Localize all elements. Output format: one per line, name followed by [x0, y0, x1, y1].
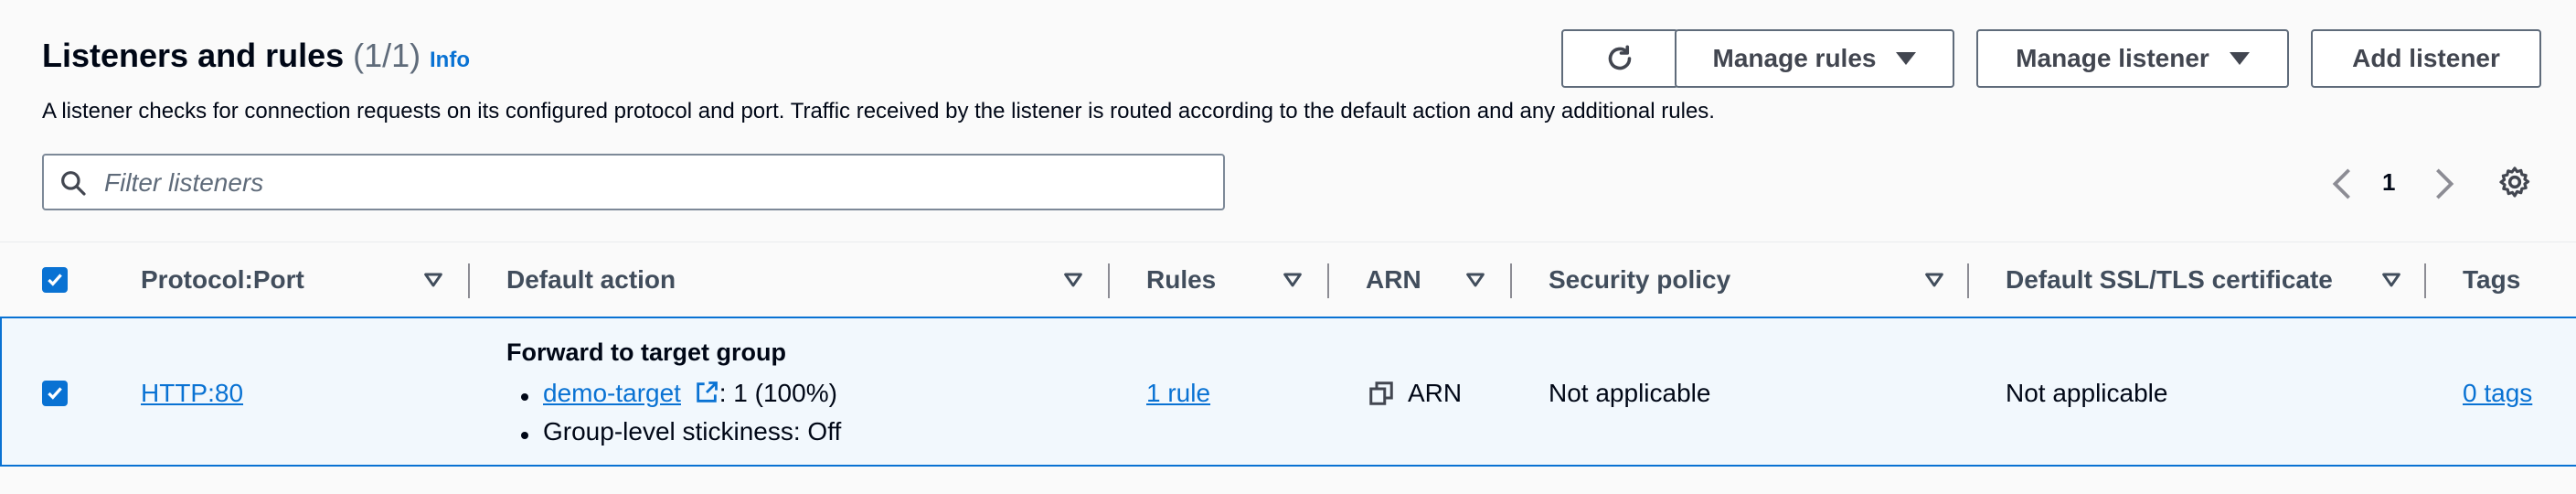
target-group-line: demo-target : 1 (100%) — [543, 379, 837, 408]
filter-listeners-search[interactable] — [42, 154, 1225, 210]
panel-title-text: Listeners and rules — [42, 37, 345, 74]
manage-rules-button[interactable]: Manage rules — [1675, 29, 1954, 88]
refresh-icon — [1608, 45, 1632, 70]
gear-icon[interactable] — [2497, 165, 2532, 199]
panel-title-count: (1/1) — [353, 37, 421, 74]
search-icon — [61, 171, 86, 196]
column-header-rules[interactable]: Rules — [1146, 243, 1216, 317]
column-divider[interactable] — [1327, 263, 1329, 298]
sort-icon[interactable] — [1282, 269, 1304, 291]
column-divider[interactable] — [1967, 263, 1969, 298]
row-checkbox[interactable] — [42, 381, 68, 406]
listeners-panel: Listeners and rules (1/1) Info A listene… — [0, 0, 2576, 494]
search-input[interactable] — [102, 163, 1203, 203]
column-divider[interactable] — [2424, 263, 2426, 298]
caret-down-icon — [1896, 52, 1917, 65]
bullet — [521, 432, 528, 439]
column-header-tags[interactable]: Tags — [2463, 243, 2520, 317]
sort-icon[interactable] — [1062, 269, 1084, 291]
add-listener-label: Add listener — [2352, 44, 2500, 72]
column-divider[interactable] — [1108, 263, 1110, 298]
arn-copy[interactable]: ARN — [1368, 379, 1462, 408]
bullet — [521, 393, 528, 401]
sort-icon[interactable] — [2380, 269, 2402, 291]
check-icon — [48, 387, 62, 400]
arn-label: ARN — [1408, 379, 1463, 407]
manage-listener-button[interactable]: Manage listener — [1976, 29, 2289, 88]
chevron-right-icon[interactable] — [2432, 166, 2457, 201]
ssl-certificate-value: Not applicable — [2006, 379, 2168, 407]
rules-link[interactable]: 1 rule — [1146, 379, 1210, 408]
panel-description: A listener checks for connection request… — [42, 99, 1715, 124]
info-link[interactable]: Info — [430, 48, 470, 73]
refresh-button[interactable] — [1561, 29, 1678, 88]
stickiness-text: Group-level stickiness: Off — [543, 417, 842, 446]
default-action-title: Forward to target group — [506, 338, 786, 366]
column-header-ssl-certificate[interactable]: Default SSL/TLS certificate — [2006, 243, 2333, 317]
column-header-security-policy[interactable]: Security policy — [1549, 243, 1730, 317]
column-divider[interactable] — [468, 263, 470, 298]
sort-icon[interactable] — [422, 269, 444, 291]
panel-title: Listeners and rules (1/1) — [42, 37, 420, 75]
target-group-link[interactable]: demo-target — [543, 379, 681, 407]
tags-link[interactable]: 0 tags — [2463, 379, 2532, 408]
column-header-protocol-port[interactable]: Protocol:Port — [141, 243, 304, 317]
external-link-icon[interactable] — [694, 380, 719, 405]
page-number[interactable]: 1 — [2382, 168, 2395, 197]
column-header-arn[interactable]: ARN — [1366, 243, 1421, 317]
caret-down-icon — [2229, 52, 2250, 65]
table-row[interactable]: HTTP:80 Forward to target group demo-tar… — [0, 317, 2576, 467]
add-listener-button[interactable]: Add listener — [2311, 29, 2541, 88]
sort-icon[interactable] — [1464, 269, 1486, 291]
manage-rules-label: Manage rules — [1712, 44, 1877, 72]
protocol-port-link[interactable]: HTTP:80 — [141, 379, 243, 408]
select-all-checkbox[interactable] — [42, 267, 68, 293]
security-policy-value: Not applicable — [1549, 379, 1711, 407]
column-divider[interactable] — [1510, 263, 1512, 298]
table-header: Protocol:Port Default action Rules ARN S… — [0, 243, 2576, 318]
sort-icon[interactable] — [1923, 269, 1945, 291]
column-header-default-action[interactable]: Default action — [506, 243, 676, 317]
check-icon — [48, 274, 62, 286]
panel-header: Listeners and rules (1/1) Info A listene… — [0, 0, 2576, 242]
manage-listener-label: Manage listener — [2016, 44, 2209, 72]
target-weight: : 1 (100%) — [719, 379, 837, 407]
chevron-left-icon[interactable] — [2329, 166, 2355, 201]
copy-icon[interactable] — [1368, 380, 1395, 407]
